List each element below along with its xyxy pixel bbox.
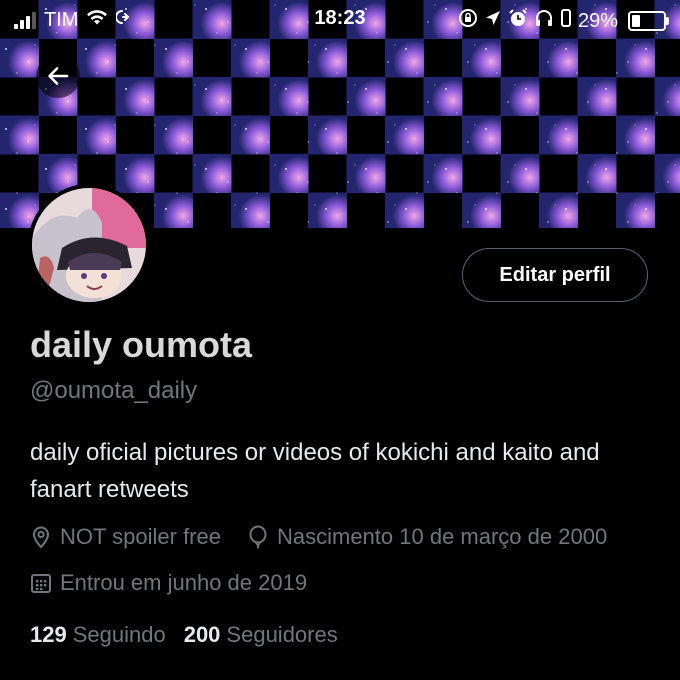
banner-stars	[462, 192, 501, 228]
following-link[interactable]: 129 Seguindo	[30, 622, 166, 648]
balloon-icon	[247, 525, 269, 549]
banner-stars	[269, 77, 309, 116]
banner-stars	[654, 77, 680, 116]
banner-stars	[115, 77, 155, 116]
profile-meta-row: Entrou em junho de 2019	[30, 570, 307, 596]
joined-date-text: Entrou em junho de 2019	[60, 570, 308, 595]
banner-stars	[231, 115, 270, 155]
banner-stars	[308, 115, 347, 155]
followers-count: 200	[183, 622, 221, 647]
banner-stars	[192, 77, 232, 116]
location-text: NOT spoiler free	[60, 524, 221, 549]
battery-percent: 29%	[577, 9, 618, 32]
banner-stars	[192, 154, 232, 193]
banner-stars	[346, 77, 386, 116]
banner-stars	[616, 192, 655, 228]
banner-stars	[616, 38, 655, 78]
banner-stars	[577, 154, 617, 193]
following-label: Seguindo	[72, 622, 166, 647]
headphones-icon	[534, 8, 554, 34]
followers-link[interactable]: 200 Seguidores	[184, 622, 338, 648]
banner-stars	[77, 115, 116, 155]
status-bar: TIM 18:23 29%	[0, 0, 680, 38]
banner-stars	[0, 115, 39, 155]
banner-stars	[231, 192, 270, 228]
banner-stars	[77, 38, 116, 78]
back-button[interactable]	[36, 54, 80, 98]
carrier-label: TIM	[44, 8, 79, 31]
banner-stars	[154, 38, 193, 78]
cellular-signal-icon	[14, 11, 36, 29]
alarm-icon	[508, 8, 528, 34]
banner-stars	[423, 77, 463, 116]
screen-share-icon	[115, 8, 134, 32]
banner-stars	[115, 154, 155, 193]
location-pin-icon	[30, 525, 52, 549]
banner-stars	[308, 192, 347, 228]
profile-meta-row: NOT spoiler free Nascimento 10 de março …	[30, 524, 607, 550]
user-handle: @oumota_daily	[30, 377, 198, 404]
banner-stars	[154, 115, 193, 155]
banner-stars	[577, 77, 617, 116]
banner-stars	[385, 38, 424, 78]
location-icon	[484, 9, 502, 33]
banner-stars	[616, 115, 655, 155]
wifi-icon	[86, 8, 108, 32]
following-count: 129	[30, 622, 67, 647]
follow-stats: 129 Seguindo 200 Seguidores	[30, 622, 338, 648]
banner-stars	[539, 115, 578, 155]
banner-stars	[539, 38, 578, 78]
banner-stars	[539, 192, 578, 228]
banner-stars	[308, 38, 347, 78]
birthday-text: Nascimento 10 de março de 2000	[276, 524, 608, 549]
avatar-image	[32, 188, 146, 302]
banner-stars	[346, 154, 386, 193]
orientation-lock-icon	[458, 8, 478, 34]
banner-stars	[0, 38, 39, 78]
banner-stars	[423, 154, 463, 193]
banner-stars	[500, 77, 540, 116]
edit-profile-button[interactable]: Editar perfil	[462, 248, 648, 302]
battery-icon	[628, 11, 669, 31]
banner-stars	[385, 192, 424, 228]
arrow-left-icon	[48, 67, 69, 85]
display-name: daily oumota	[30, 324, 253, 365]
calendar-icon	[30, 572, 52, 594]
avatar[interactable]	[28, 184, 150, 306]
followers-label: Seguidores	[226, 622, 338, 647]
banner-stars	[231, 38, 270, 78]
profile-bio: daily oficial pictures or videos of koki…	[30, 439, 600, 503]
banner-stars	[654, 154, 680, 193]
banner-stars	[462, 115, 501, 155]
banner-stars	[269, 154, 309, 193]
banner-stars	[154, 192, 193, 228]
banner-stars	[462, 38, 501, 78]
vibrate-icon	[560, 8, 572, 34]
banner-stars	[500, 154, 540, 193]
banner-stars	[385, 115, 424, 155]
